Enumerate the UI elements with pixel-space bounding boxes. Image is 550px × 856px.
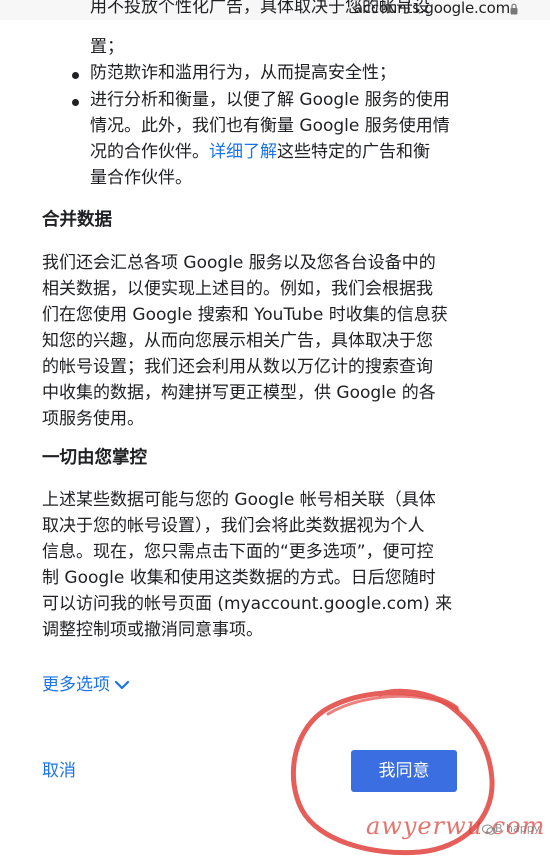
section-heading-combine-data: 合并数据 — [42, 210, 112, 230]
more-options-button[interactable]: 更多选项 — [42, 672, 130, 698]
section-1-line: 相关数据，以便实现上述目的。例如，我们会根据我 — [42, 279, 433, 299]
section-2-line: 可以访问我的帐号页面 (myaccount.google.com) 来 — [42, 594, 453, 614]
chevron-down-icon — [114, 680, 130, 690]
bullet-2-line-4: 量合作伙伴。 — [90, 168, 192, 188]
section-1-line: 项服务使用。 — [42, 409, 144, 429]
top-fragment-line-1: 用不投放个性化广告，具体取决于您的帐号设 — [90, 0, 430, 17]
bullet-2-line-3: 况的合作伙伴。详细了解这些特定的广告和衡 — [90, 139, 470, 165]
bullet-2-line-2: 情况。此外，我们也有衡量 Google 服务使用情 — [90, 116, 450, 136]
section-2-line: 制 Google 收集和使用这类数据的方式。日后您随时 — [42, 568, 436, 588]
section-2-line: 上述某些数据可能与您的 Google 帐号相关联（具体 — [42, 490, 436, 510]
section-1-line: 中收集的数据，构建拼写更正模型，供 Google 的各 — [42, 383, 436, 403]
bullet-dot — [72, 99, 79, 106]
section-2-line: 信息。现在，您只需点击下面的“更多选项”，便可控 — [42, 542, 434, 562]
top-fragment-line-2: 置； — [90, 37, 124, 57]
section-1-line: 知您的兴趣，从而向您展示相关广告，具体取决于您 — [42, 331, 433, 351]
section-2-line: 取决于您的帐号设置），我们会将此类数据视为个人 — [42, 516, 425, 536]
section-1-line: 们在您使用 Google 搜索和 YouTube 时收集的信息获 — [42, 305, 448, 325]
learn-more-link[interactable]: 详细了解 — [209, 142, 277, 162]
bullet-2-line-1: 进行分析和衡量，以便了解 Google 服务的使用 — [90, 90, 450, 110]
cancel-button[interactable]: 取消 — [42, 758, 76, 784]
agree-button[interactable]: 我同意 — [351, 750, 457, 792]
lock-icon — [510, 3, 518, 15]
wechat-icon — [482, 824, 496, 835]
bullet-2-line-3-post: 这些特定的广告和衡 — [277, 142, 430, 162]
more-options-label: 更多选项 — [42, 675, 110, 695]
section-1-line: 的帐号设置；我们还会利用从数以万亿计的搜索查询 — [42, 357, 433, 377]
bullet-1-text: 防范欺诈和滥用行为，从而提高安全性； — [90, 63, 396, 83]
bullet-dot — [72, 72, 79, 79]
watermark-side-text: B happy — [495, 822, 541, 835]
bullet-2-line-3-pre: 况的合作伙伴。 — [90, 142, 209, 162]
section-1-line: 我们还会汇总各项 Google 服务以及您各台设备中的 — [42, 253, 436, 273]
section-2-line: 调整控制项或撤消同意事项。 — [42, 620, 263, 640]
section-heading-you-control: 一切由您掌控 — [42, 448, 147, 468]
